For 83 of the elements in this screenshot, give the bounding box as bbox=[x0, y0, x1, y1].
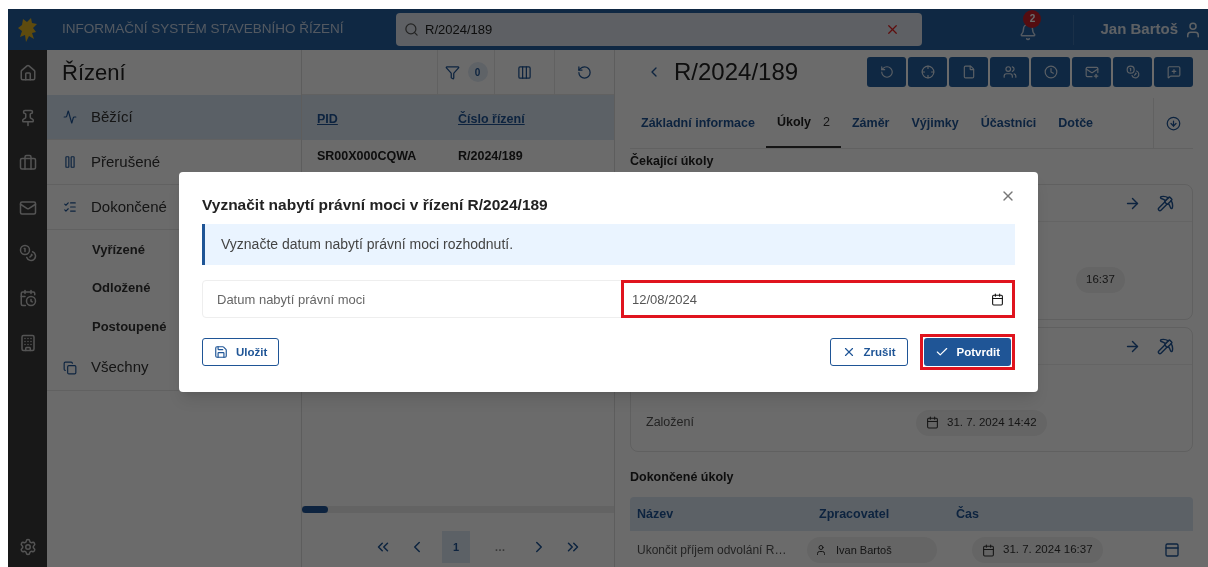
toolbar-button[interactable] bbox=[867, 57, 906, 88]
columns-icon[interactable] bbox=[517, 64, 532, 80]
tab[interactable]: Záměr bbox=[840, 97, 901, 149]
date-chip: 31. 7. 2024 14:42 bbox=[916, 409, 1047, 436]
page-number[interactable]: 1 bbox=[442, 531, 470, 563]
info-message: Vyznačte datum nabytí právní moci rozhodnutí. bbox=[202, 224, 1015, 266]
pause-icon bbox=[63, 155, 77, 169]
briefcase-icon[interactable] bbox=[18, 153, 37, 172]
table-cell-text: Ukončit příjem odvolání R… bbox=[637, 542, 788, 560]
toolbar-button[interactable] bbox=[1154, 57, 1193, 88]
section-title: Řízení bbox=[62, 59, 126, 87]
table-cell: R/2024/189 bbox=[458, 149, 523, 163]
table-cell: SR00X000CQWA bbox=[317, 149, 417, 163]
search-icon bbox=[404, 22, 419, 37]
column-header[interactable]: Číslo řízení bbox=[458, 111, 525, 126]
calendar-icon[interactable] bbox=[991, 292, 1004, 306]
clear-icon[interactable] bbox=[885, 22, 900, 37]
user-icon bbox=[815, 544, 827, 557]
settings-icon[interactable] bbox=[18, 538, 37, 556]
column-header[interactable]: PID bbox=[317, 111, 338, 126]
pickaxe-icon[interactable] bbox=[1157, 194, 1174, 212]
mail-icon[interactable] bbox=[18, 198, 37, 217]
date-field[interactable]: 12/08/2024 bbox=[621, 280, 1015, 319]
filter-count: 0 bbox=[467, 62, 488, 82]
crosshair-icon bbox=[920, 65, 935, 80]
section-heading: Čekající úkoly bbox=[630, 152, 714, 171]
tab[interactable]: Účastníci bbox=[969, 97, 1048, 149]
refresh-icon[interactable] bbox=[577, 64, 592, 80]
section-heading: Dokončené úkoly bbox=[630, 468, 735, 486]
search-input[interactable]: R/2024/189 bbox=[425, 19, 885, 40]
checklist-icon bbox=[63, 200, 77, 214]
column-header: Zpracovatel bbox=[819, 505, 891, 523]
notification-count: 2 bbox=[1023, 9, 1042, 28]
app-title: INFORMAČNÍ SYSTÉM STAVEBNÍHO ŘÍZENÍ bbox=[62, 20, 345, 39]
document-icon bbox=[961, 65, 976, 80]
comment-plus-icon bbox=[1166, 65, 1181, 80]
tab[interactable]: Úkoly 2 bbox=[765, 97, 841, 149]
toolbar-button[interactable] bbox=[1072, 57, 1111, 88]
home-icon[interactable] bbox=[18, 63, 37, 82]
activity-icon bbox=[63, 110, 77, 124]
pickaxe-icon[interactable] bbox=[1157, 337, 1174, 355]
calendar-icon bbox=[926, 416, 939, 430]
sidebar-item[interactable]: Běžící bbox=[47, 95, 301, 140]
calendar-icon bbox=[982, 543, 995, 557]
expand-icon[interactable] bbox=[1164, 542, 1180, 559]
copy-icon bbox=[63, 360, 77, 375]
coins-icon bbox=[1125, 65, 1140, 80]
save-icon bbox=[214, 345, 228, 360]
date-chip: 16:37 bbox=[1076, 266, 1125, 293]
scroll-down-icon[interactable] bbox=[1166, 115, 1181, 131]
cancel-button[interactable]: Zrušit bbox=[829, 338, 908, 367]
mail-plus-icon bbox=[1084, 65, 1099, 80]
search-field[interactable]: R/2024/189 bbox=[396, 13, 922, 46]
toolbar-button[interactable] bbox=[949, 57, 988, 88]
clock-icon bbox=[1043, 65, 1058, 80]
save-button[interactable]: Uložit bbox=[202, 338, 280, 367]
column-header: Čas bbox=[956, 505, 979, 523]
toolbar-button[interactable] bbox=[990, 57, 1029, 88]
assignee-chip: Ivan Bartoš bbox=[807, 537, 937, 564]
filter-icon[interactable] bbox=[444, 64, 460, 80]
notification-bell-icon[interactable] bbox=[1019, 22, 1038, 41]
tab[interactable]: Výjimky bbox=[900, 97, 970, 149]
calendar-clock-icon[interactable] bbox=[18, 288, 37, 307]
toolbar-button[interactable] bbox=[908, 57, 947, 88]
people-icon bbox=[1002, 65, 1017, 80]
toolbar-button[interactable] bbox=[1031, 57, 1070, 88]
coins-icon[interactable] bbox=[18, 243, 37, 262]
column-header: Název bbox=[637, 505, 675, 523]
user-icon[interactable] bbox=[1184, 20, 1202, 39]
tab[interactable]: Základní informace bbox=[630, 97, 766, 149]
case-title: R/2024/189 bbox=[674, 57, 799, 88]
scrollbar-thumb[interactable] bbox=[302, 506, 328, 513]
toolbar-button[interactable] bbox=[1113, 57, 1152, 88]
building-icon[interactable] bbox=[18, 333, 37, 352]
tab[interactable]: Dotče bbox=[1047, 97, 1105, 149]
confirm-button[interactable]: Potvrdit bbox=[923, 338, 1011, 367]
date-chip: 31. 7. 2024 16:37 bbox=[972, 537, 1103, 564]
task-name: Založení bbox=[646, 414, 695, 432]
page-number[interactable]: … bbox=[486, 531, 514, 563]
date-input[interactable]: 12/08/2024 bbox=[632, 289, 991, 309]
field-label: Datum nabytí právní moci bbox=[217, 290, 367, 309]
refresh-icon bbox=[879, 65, 894, 80]
user-name[interactable]: Jan Bartoš bbox=[1100, 18, 1178, 41]
